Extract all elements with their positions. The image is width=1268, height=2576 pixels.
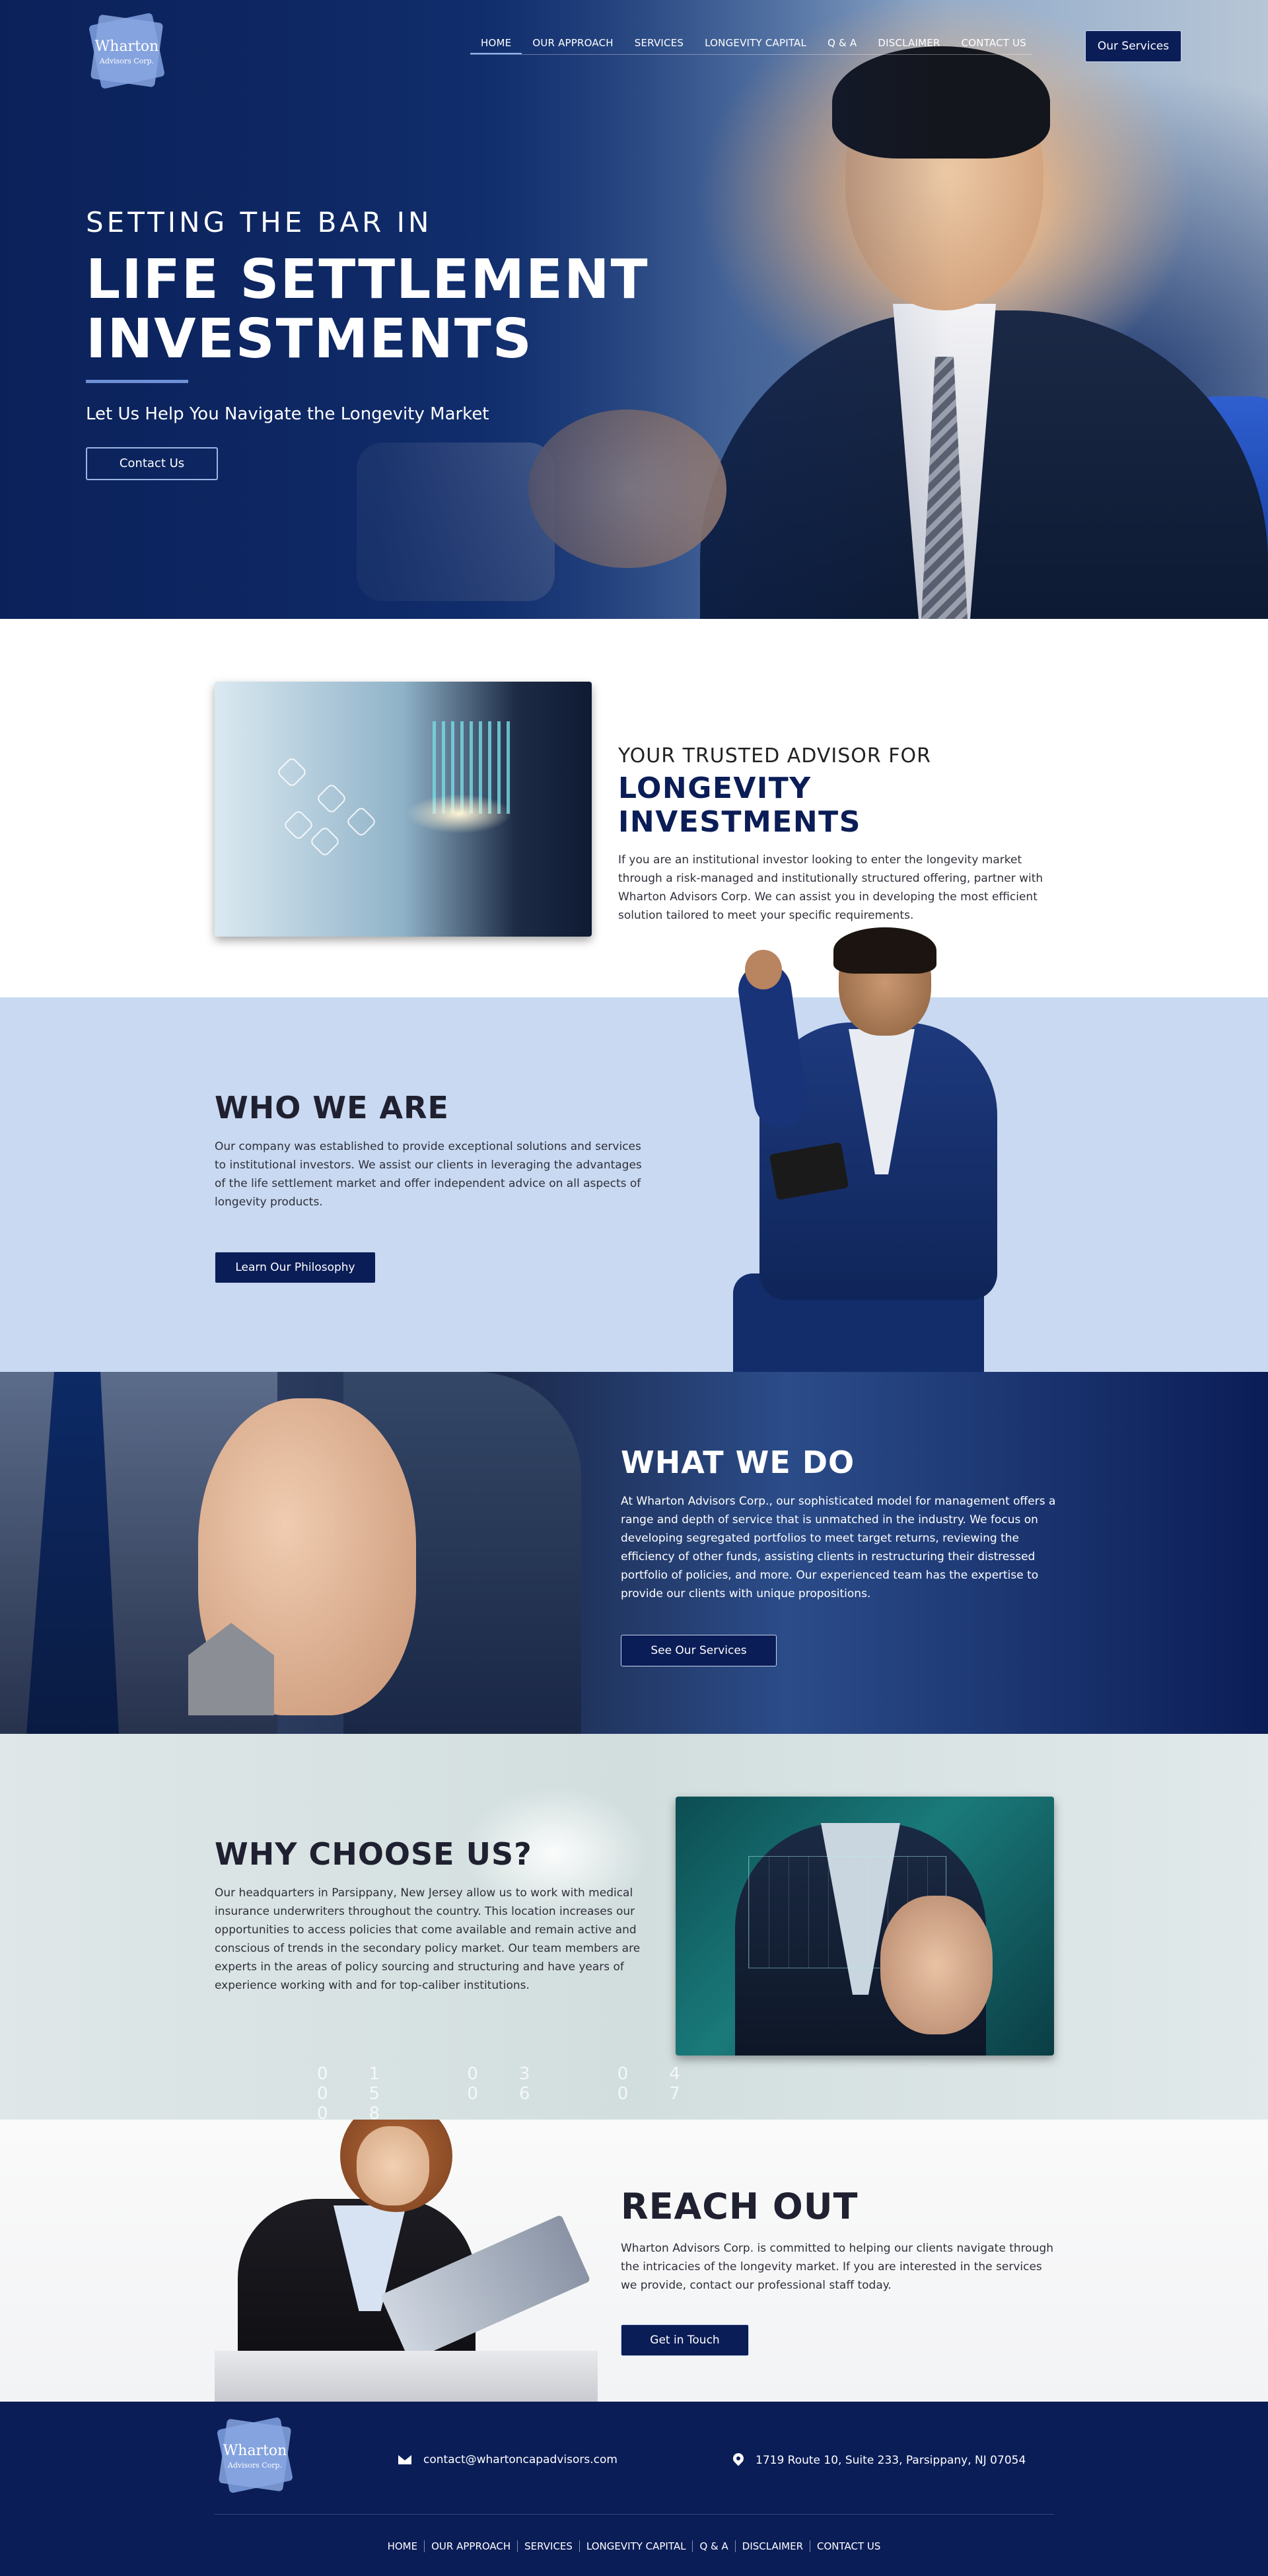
why-text: WHY CHOOSE US? Our headquarters in Parsi… [215,1836,651,1995]
get-in-touch-button[interactable]: Get in Touch [621,2324,749,2356]
why-body: Our headquarters in Parsippany, New Jers… [215,1886,641,1992]
who-title: WHO WE ARE [215,1090,449,1126]
network-icon [345,805,378,838]
site-footer: Wharton Advisors Corp. contact@whartonca… [0,2402,1268,2576]
footer-address-text: 1719 Route 10, Suite 233, Parsippany, NJ… [756,2454,1026,2467]
advisor-text: YOUR TRUSTED ADVISOR FOR LONGEVITY INVES… [618,744,1054,925]
see-services-button[interactable]: See Our Services [621,1635,777,1666]
nav-home[interactable]: HOME [470,34,522,54]
what-title: WHAT WE DO [621,1445,855,1480]
network-icon [282,808,315,841]
envelope-icon [398,2455,411,2464]
why-pointing-hand [880,1896,993,2034]
hero-subtitle: Let Us Help You Navigate the Longevity M… [86,404,489,424]
logo-subtitle: Advisors Corp. [99,57,155,65]
nav-qa[interactable]: Q & A [817,34,867,54]
who-we-are-section: WHO WE ARE Our company was established t… [0,927,1268,1372]
footer-address: 1719 Route 10, Suite 233, Parsippany, NJ… [733,2453,1026,2468]
hero-title-line-2: INVESTMENTS [86,308,533,371]
logo-name: Wharton [223,2443,287,2459]
footer-link-home[interactable]: HOME [381,2540,425,2552]
nav-divider [470,54,1032,55]
what-body: At Wharton Advisors Corp., our sophistic… [621,1495,1056,1600]
reach-body: Wharton Advisors Corp. is committed to h… [621,2242,1054,2292]
footer-logo[interactable]: Wharton Advisors Corp. [216,2416,294,2494]
footer-link-contact-us[interactable]: CONTACT US [810,2540,887,2552]
main-nav: HOME OUR APPROACH SERVICES LONGEVITY CAP… [470,34,1037,54]
reach-out-section: REACH OUT Wharton Advisors Corp. is comm… [0,2120,1268,2402]
network-icon [308,825,341,858]
contact-us-button[interactable]: Contact Us [86,447,218,480]
reach-text: REACH OUT Wharton Advisors Corp. is comm… [621,2186,1057,2295]
nav-contact-us[interactable]: CONTACT US [951,34,1037,54]
footer-email[interactable]: contact@whartoncapadvisors.com [398,2453,617,2466]
our-services-button[interactable]: Our Services [1085,30,1181,62]
footer-link-our-approach[interactable]: OUR APPROACH [424,2540,517,2552]
why-background-numbers: 01 03 04 05 06 07 08 [317,2064,721,2120]
who-text: WHO WE ARE Our company was established t… [215,1090,651,1211]
what-we-do-section: WHAT WE DO At Wharton Advisors Corp., ou… [0,1372,1268,1734]
reach-title: REACH OUT [621,2186,859,2227]
why-title: WHY CHOOSE US? [215,1836,532,1872]
why-choose-us-section: 01 03 04 05 06 07 08 WHY CHOOSE US? Our … [0,1734,1268,2120]
logo-subtitle: Advisors Corp. [227,2461,283,2470]
nav-our-approach[interactable]: OUR APPROACH [522,34,623,54]
nav-longevity-capital[interactable]: LONGEVITY CAPITAL [694,34,817,54]
advisor-section: YOUR TRUSTED ADVISOR FOR LONGEVITY INVES… [0,619,1268,997]
advisor-image [215,682,592,937]
advisor-kicker: YOUR TRUSTED ADVISOR FOR [618,744,931,768]
site-logo[interactable]: Wharton Advisors Corp. [88,12,166,90]
hero-kicker: SETTING THE BAR IN [86,206,433,238]
why-image [676,1797,1054,2056]
nav-disclaimer[interactable]: DISCLAIMER [867,34,950,54]
celebrating-man-image [687,927,1043,1372]
nav-services[interactable]: SERVICES [624,34,694,54]
advisor-title: LONGEVITY INVESTMENTS [618,771,861,839]
footer-link-disclaimer[interactable]: DISCLAIMER [734,2540,810,2552]
woman-desk [215,2351,598,2402]
hero-title-line-1: LIFE SETTLEMENT [86,248,649,311]
footer-divider [215,2514,1054,2515]
network-icon [275,756,308,789]
woman-with-documents-image [215,2120,598,2402]
who-body: Our company was established to provide e… [215,1140,642,1209]
network-icon [315,782,348,815]
learn-philosophy-button[interactable]: Learn Our Philosophy [215,1252,376,1283]
hero-text: SETTING THE BAR IN LIFE SETTLEMENT INVES… [86,206,649,424]
man-hair [833,927,936,974]
map-pin-icon [733,2453,744,2468]
logo-name: Wharton [94,38,159,55]
hero-title: LIFE SETTLEMENT INVESTMENTS [86,250,649,369]
woman-face [357,2126,429,2205]
footer-email-text[interactable]: contact@whartoncapadvisors.com [423,2453,617,2466]
tablet-glow [406,794,512,834]
footer-link-qa[interactable]: Q & A [692,2540,734,2552]
hero-accent-rule [86,380,188,383]
footer-link-longevity-capital[interactable]: LONGEVITY CAPITAL [579,2540,693,2552]
man-fist [745,950,782,989]
hero-section: Wharton Advisors Corp. HOME OUR APPROACH… [0,0,1268,619]
footer-link-services[interactable]: SERVICES [517,2540,579,2552]
footer-nav: HOME OUR APPROACH SERVICES LONGEVITY CAP… [0,2540,1268,2552]
advisor-body: If you are an institutional investor loo… [618,853,1043,922]
what-text: WHAT WE DO At Wharton Advisors Corp., ou… [621,1445,1057,1603]
